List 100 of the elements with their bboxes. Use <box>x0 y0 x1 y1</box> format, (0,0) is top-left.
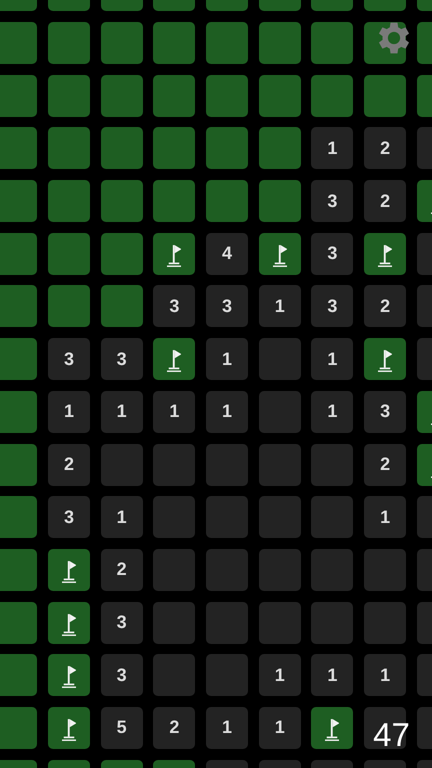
number-tile[interactable]: 5 <box>100 706 143 749</box>
open-tile[interactable] <box>311 602 354 644</box>
open-tile[interactable] <box>258 548 301 591</box>
open-tile[interactable] <box>258 496 301 538</box>
number-tile[interactable]: 3 <box>153 285 196 328</box>
covered-tile[interactable] <box>153 180 196 222</box>
covered-tile[interactable] <box>153 127 196 170</box>
open-tile[interactable] <box>206 548 248 591</box>
covered-tile[interactable] <box>153 74 196 117</box>
open-tile[interactable] <box>153 548 196 591</box>
number-tile[interactable]: 2 <box>153 706 196 749</box>
covered-tile[interactable] <box>0 390 38 433</box>
number-tile[interactable]: 2 <box>48 444 90 486</box>
covered-tile[interactable] <box>258 180 301 222</box>
covered-tile[interactable] <box>0 22 38 64</box>
flagged-tile[interactable] <box>364 232 406 275</box>
flagged-tile[interactable] <box>311 706 354 749</box>
number-tile[interactable]: 3 <box>364 390 406 433</box>
flagged-tile[interactable] <box>258 232 301 275</box>
number-tile[interactable]: 1 <box>100 390 143 433</box>
covered-tile[interactable] <box>100 74 143 117</box>
number-tile[interactable]: 1 <box>258 285 301 328</box>
covered-tile[interactable] <box>100 127 143 170</box>
covered-tile[interactable] <box>311 74 354 117</box>
number-tile[interactable]: 4 <box>206 232 248 275</box>
number-tile[interactable]: 2 <box>100 548 143 591</box>
flagged-tile[interactable] <box>153 338 196 380</box>
covered-tile[interactable] <box>48 180 90 222</box>
number-tile[interactable]: 3 <box>100 338 143 380</box>
covered-tile[interactable] <box>0 444 38 486</box>
number-tile[interactable]: 1 <box>311 338 354 380</box>
covered-tile[interactable] <box>0 496 38 538</box>
flagged-tile[interactable] <box>48 654 90 696</box>
open-tile[interactable] <box>258 602 301 644</box>
number-tile[interactable]: 1 <box>206 706 248 749</box>
number-tile[interactable]: 3 <box>48 338 90 380</box>
open-tile[interactable] <box>364 548 406 591</box>
covered-tile[interactable] <box>206 127 248 170</box>
flagged-tile[interactable] <box>48 602 90 644</box>
open-tile[interactable] <box>153 654 196 696</box>
covered-tile[interactable] <box>206 22 248 64</box>
number-tile[interactable]: 1 <box>258 706 301 749</box>
covered-tile[interactable] <box>48 232 90 275</box>
flagged-tile[interactable] <box>48 548 90 591</box>
covered-tile[interactable] <box>258 22 301 64</box>
covered-tile[interactable] <box>0 338 38 380</box>
number-tile[interactable]: 3 <box>100 602 143 644</box>
covered-tile[interactable] <box>206 74 248 117</box>
open-tile[interactable] <box>258 444 301 486</box>
covered-tile[interactable] <box>0 706 38 749</box>
flagged-tile[interactable] <box>48 706 90 749</box>
number-tile[interactable]: 3 <box>48 496 90 538</box>
number-tile[interactable]: 1 <box>206 390 248 433</box>
number-tile[interactable]: 1 <box>364 654 406 696</box>
covered-tile[interactable] <box>100 232 143 275</box>
number-tile[interactable]: 1 <box>258 654 301 696</box>
number-tile[interactable]: 3 <box>311 232 354 275</box>
open-tile[interactable] <box>206 444 248 486</box>
number-tile[interactable]: 1 <box>48 390 90 433</box>
number-tile[interactable]: 1 <box>364 496 406 538</box>
covered-tile[interactable] <box>100 285 143 328</box>
number-tile[interactable]: 1 <box>311 127 354 170</box>
number-tile[interactable]: 1 <box>153 390 196 433</box>
open-tile[interactable] <box>206 654 248 696</box>
covered-tile[interactable] <box>258 74 301 117</box>
covered-tile[interactable] <box>206 180 248 222</box>
number-tile[interactable]: 3 <box>311 285 354 328</box>
covered-tile[interactable] <box>364 74 406 117</box>
number-tile[interactable]: 1 <box>100 496 143 538</box>
covered-tile[interactable] <box>48 285 90 328</box>
number-tile[interactable]: 2 <box>364 180 406 222</box>
open-tile[interactable] <box>206 602 248 644</box>
open-tile[interactable] <box>258 338 301 380</box>
number-tile[interactable]: 2 <box>364 127 406 170</box>
open-tile[interactable] <box>258 390 301 433</box>
open-tile[interactable] <box>100 444 143 486</box>
number-tile[interactable]: 2 <box>364 444 406 486</box>
number-tile[interactable]: 3 <box>311 180 354 222</box>
covered-tile[interactable] <box>48 74 90 117</box>
covered-tile[interactable] <box>0 285 38 328</box>
open-tile[interactable] <box>311 548 354 591</box>
covered-tile[interactable] <box>0 654 38 696</box>
open-tile[interactable] <box>311 444 354 486</box>
open-tile[interactable] <box>153 496 196 538</box>
open-tile[interactable] <box>206 496 248 538</box>
open-tile[interactable]: 47 <box>364 706 406 749</box>
number-tile[interactable]: 3 <box>206 285 248 328</box>
number-tile[interactable]: 1 <box>311 390 354 433</box>
covered-tile[interactable] <box>48 127 90 170</box>
covered-tile[interactable] <box>0 127 38 170</box>
covered-tile[interactable] <box>0 74 38 117</box>
covered-tile[interactable] <box>258 127 301 170</box>
open-tile[interactable] <box>364 602 406 644</box>
covered-tile[interactable] <box>48 22 90 64</box>
covered-tile[interactable] <box>100 180 143 222</box>
number-tile[interactable]: 2 <box>364 285 406 328</box>
covered-tile[interactable] <box>0 602 38 644</box>
open-tile[interactable] <box>311 496 354 538</box>
number-tile[interactable]: 3 <box>100 654 143 696</box>
covered-tile[interactable] <box>311 22 354 64</box>
